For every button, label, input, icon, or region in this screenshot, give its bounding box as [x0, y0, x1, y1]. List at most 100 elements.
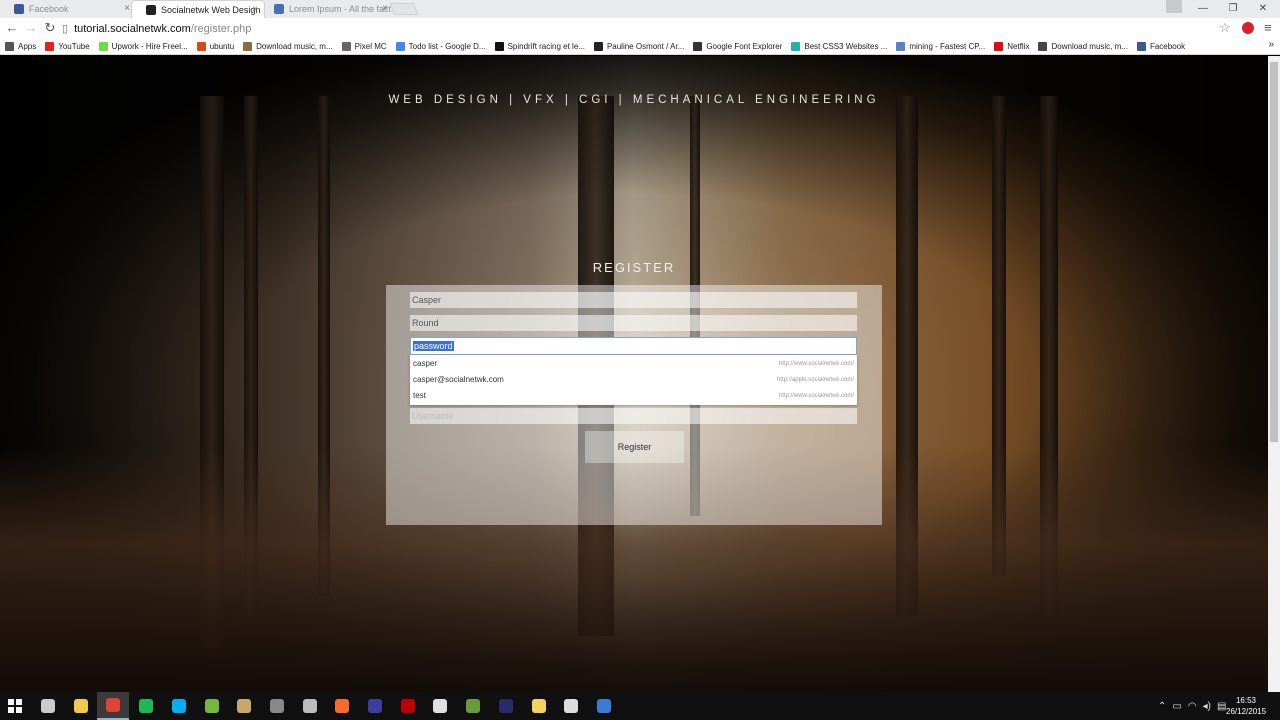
bookmark-label: YouTube: [58, 42, 90, 51]
blender-icon: [433, 699, 448, 713]
taskbar-utorrent-button[interactable]: [196, 692, 228, 720]
autocomplete-item[interactable]: casper@socialnetwk.com http://apple.soci…: [410, 372, 857, 388]
close-tab-icon[interactable]: ×: [124, 3, 130, 14]
taskbar-folder-button[interactable]: [523, 692, 555, 720]
taskbar-obs-button[interactable]: [359, 692, 391, 720]
close-tab-icon[interactable]: ×: [252, 4, 258, 15]
taskbar-media-player-button[interactable]: [228, 692, 260, 720]
taskbar-origin-button[interactable]: [326, 692, 358, 720]
opera-extension-icon[interactable]: [1242, 22, 1254, 34]
taskbar-spotify-button[interactable]: [130, 692, 162, 720]
address-bar[interactable]: ▯ tutorial.socialnetwk.com/register.php: [62, 19, 1252, 38]
windows-start-icon[interactable]: [8, 699, 22, 713]
clock-time: 16:53: [1235, 696, 1257, 705]
selected-text: password: [413, 341, 454, 351]
bookmark-favicon-icon: [5, 42, 14, 51]
close-tab-icon[interactable]: ×: [382, 3, 388, 14]
close-window-button[interactable]: ✕: [1248, 0, 1278, 18]
bookmark-favicon-icon: [1038, 42, 1048, 51]
bookmark-item[interactable]: Facebook: [1136, 42, 1186, 51]
bookmark-favicon-icon: [196, 42, 206, 51]
bookmark-favicon-icon: [896, 42, 906, 51]
last-name-field[interactable]: Round: [410, 315, 857, 331]
visual-studio-icon: [596, 699, 611, 713]
bookmark-label: Download music, m...: [1051, 42, 1128, 51]
wifi-icon[interactable]: ◠: [1188, 701, 1197, 712]
bookmark-favicon-icon: [791, 42, 801, 51]
folder-icon: [531, 699, 546, 713]
bookmark-item[interactable]: Todo list - Google D...: [395, 42, 486, 51]
taskbar-skype-button[interactable]: [163, 692, 195, 720]
reload-button[interactable]: ↻: [42, 20, 58, 36]
bookmark-favicon-icon: [593, 42, 603, 51]
bookmark-favicon-icon: [395, 42, 405, 51]
taskbar-visual-studio-button[interactable]: [588, 692, 620, 720]
bookmark-item[interactable]: Apps: [5, 42, 36, 51]
url-path: /register.php: [190, 22, 252, 35]
bookmark-label: Facebook: [1149, 42, 1186, 51]
autocomplete-value: casper: [413, 359, 438, 368]
forward-button[interactable]: →: [23, 20, 39, 36]
taskbar-live-button[interactable]: [261, 692, 293, 720]
facebook-icon: [14, 4, 24, 14]
bookmark-item[interactable]: Upwork - Hire Freel...: [98, 42, 188, 51]
bookmark-label: Pixel MC: [354, 42, 387, 51]
back-button[interactable]: ←: [4, 20, 20, 36]
language-icon[interactable]: ▤: [1217, 701, 1226, 712]
taskbar-minecraft-button[interactable]: [294, 692, 326, 720]
taskbar-task-view-button[interactable]: [32, 692, 64, 720]
username-field[interactable]: Username: [410, 408, 857, 424]
chrome-icon: [106, 698, 121, 712]
bookmark-star-icon[interactable]: ☆: [1219, 20, 1231, 36]
filezilla-icon: [400, 699, 415, 713]
tab-facebook[interactable]: Facebook ×: [0, 0, 136, 18]
bookmark-favicon-icon: [341, 42, 351, 51]
network-icon[interactable]: ▭: [1172, 701, 1181, 712]
taskbar-unity-button[interactable]: [555, 692, 587, 720]
new-tab-button[interactable]: [389, 3, 419, 15]
taskbar-filezilla-button[interactable]: [392, 692, 424, 720]
tab-socialnetwk[interactable]: Socialnetwk Web Design ×: [131, 0, 265, 18]
autocomplete-dropdown: casper http://www.socialnetwk.com/ caspe…: [410, 355, 857, 405]
taskbar-blender-button[interactable]: [424, 692, 456, 720]
system-clock[interactable]: 16:53 26/12/2015: [1226, 695, 1266, 717]
bookmark-item[interactable]: Netflix: [994, 42, 1029, 51]
first-name-field[interactable]: Casper: [410, 292, 857, 308]
taskbar-after-effects-button[interactable]: [490, 692, 522, 720]
register-button[interactable]: Register: [585, 431, 684, 463]
autocomplete-value: test: [413, 391, 426, 400]
bookmark-favicon-icon: [243, 42, 253, 51]
bookmark-item[interactable]: Spindrift racing et le...: [494, 42, 585, 51]
page-scrollbar[interactable]: [1268, 56, 1280, 692]
tab-lorem-ipsum[interactable]: Lorem Ipsum - All the fact ×: [260, 0, 394, 18]
bookmark-item[interactable]: Pauline Osmont / Ar...: [593, 42, 684, 51]
menu-icon[interactable]: ≡: [1264, 20, 1272, 35]
bookmark-label: Best CSS3 Websites ...: [804, 42, 888, 51]
taskbar-unity-block-button[interactable]: [457, 692, 489, 720]
tray-expand-icon[interactable]: ⌃: [1158, 701, 1166, 712]
scroll-thumb[interactable]: [1270, 62, 1278, 442]
bookmark-item[interactable]: Pixel MC: [341, 42, 387, 51]
after-effects-icon: [498, 699, 513, 713]
bookmark-item[interactable]: YouTube: [45, 42, 90, 51]
autocomplete-item[interactable]: casper http://www.socialnetwk.com/: [410, 356, 857, 372]
password-field[interactable]: password: [410, 337, 857, 355]
taskbar-file-explorer-button[interactable]: [65, 692, 97, 720]
minimize-button[interactable]: —: [1188, 0, 1218, 18]
bookmark-item[interactable]: Best CSS3 Websites ...: [791, 42, 887, 51]
bookmark-label: ubuntu: [209, 42, 235, 51]
taskbar-chrome-button[interactable]: [97, 692, 130, 720]
bookmark-item[interactable]: Download music, m...: [1038, 42, 1128, 51]
register-heading: REGISTER: [592, 260, 676, 275]
bookmark-item[interactable]: Google Font Explorer: [693, 42, 782, 51]
bookmark-item[interactable]: ubuntu: [196, 42, 235, 51]
profile-icon[interactable]: [1166, 0, 1182, 13]
clock-date: 26/12/2015: [1226, 707, 1267, 716]
volume-icon[interactable]: ◂): [1203, 701, 1211, 712]
bookmark-item[interactable]: Download music, m...: [243, 42, 333, 51]
bookmarks-overflow-icon[interactable]: »: [1268, 39, 1274, 50]
page-content: WEB DESIGN | VFX | CGI | MECHANICAL ENGI…: [0, 56, 1268, 692]
bookmark-item[interactable]: mining - Fastest CP...: [896, 42, 985, 51]
autocomplete-item[interactable]: test http://www.socialnetwk.com/: [410, 388, 857, 404]
maximize-button[interactable]: ❐: [1218, 0, 1248, 18]
